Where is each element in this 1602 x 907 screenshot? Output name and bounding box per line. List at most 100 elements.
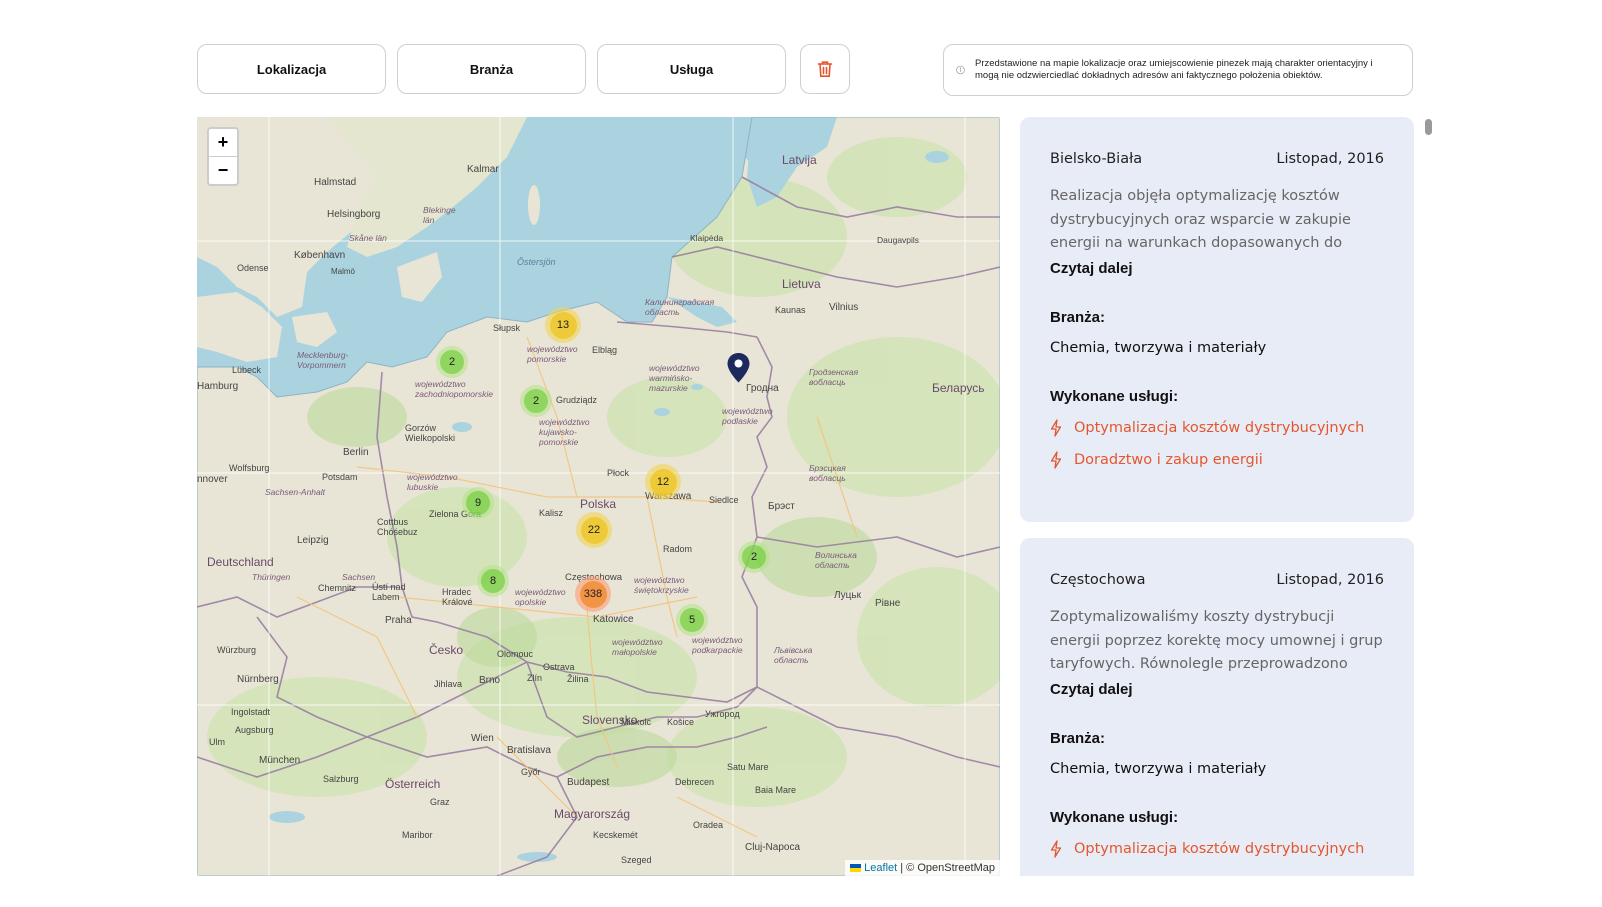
info-icon (956, 65, 965, 75)
map-label: Radom (663, 544, 693, 554)
map-cluster[interactable]: 22 (576, 512, 612, 548)
service-name: Doradztwo i zakup energii (1074, 452, 1263, 468)
map-label: Miskolc (621, 717, 652, 727)
case-card: Częstochowa Listopad, 2016 Zoptymalizowa… (1020, 538, 1414, 876)
map-label: Брэст (768, 501, 795, 512)
map-label: Maribor (402, 830, 433, 840)
map-label: województwo opolskie (515, 587, 566, 607)
case-date: Listopad, 2016 (1276, 572, 1384, 588)
map-label: Latvija (782, 153, 817, 167)
leaflet-link[interactable]: Leaflet (864, 862, 897, 874)
map-label: Elbląg (592, 345, 618, 355)
map-label: Halmstad (314, 177, 357, 188)
map-label: Skåne län (349, 233, 387, 243)
case-list-scrollbar[interactable] (1422, 117, 1435, 876)
map-label: Ulm (209, 737, 225, 747)
map-label: województwo pomorskie (527, 344, 578, 364)
osm-attribution: | © OpenStreetMap (900, 862, 995, 874)
map-label: Sachsen (342, 572, 376, 582)
cluster-count: 22 (580, 516, 608, 544)
map-label: Lietuva (782, 277, 821, 291)
services-label: Wykonane usługi: (1050, 809, 1179, 826)
services-label: Wykonane usługi: (1050, 388, 1179, 405)
industry-filter-button[interactable]: Branża (397, 44, 586, 94)
map-label: województwo warmińsko-mazurskie (649, 363, 700, 393)
map-cluster[interactable]: 2 (436, 346, 468, 378)
map-label: Słupsk (493, 323, 521, 333)
map-label: Östersjön (517, 257, 556, 267)
read-more-link[interactable]: Czytaj dalej (1050, 681, 1384, 698)
map-cluster[interactable]: 338 (575, 576, 611, 612)
map-label: Vilnius (829, 302, 859, 313)
map-label: Helsingborg (327, 209, 381, 220)
map-view[interactable]: Latvija Lietuva Polska Deutschland Česko… (197, 117, 1000, 876)
map-label: Žilina (567, 674, 589, 684)
service-link[interactable]: Optymalizacja kosztów dystrybucyjnych (1050, 840, 1384, 858)
map-label: Deutschland (207, 555, 274, 569)
service-name: Optymalizacja kosztów dystrybucyjnych (1074, 420, 1365, 436)
map-cluster[interactable]: 2 (520, 385, 552, 417)
scrollbar-thumb[interactable] (1425, 119, 1432, 135)
map-label: Калининградская область (645, 297, 715, 317)
map-label: Беларусь (932, 381, 985, 395)
map-label: województwo zachodniopomorskie (415, 379, 493, 399)
map-label: województwo podkarpackie (692, 635, 743, 655)
location-filter-button[interactable]: Lokalizacja (197, 44, 386, 94)
map-label: Львівська область (774, 645, 813, 665)
map-label: Nürnberg (237, 674, 279, 685)
map-label: województwo małopolskie (612, 637, 663, 657)
map-cluster[interactable]: 2 (738, 541, 770, 573)
map-label: Salzburg (323, 774, 359, 784)
zoom-in-button[interactable]: + (209, 129, 237, 156)
map-label: København (294, 250, 346, 261)
map-label: Grudziądz (556, 395, 598, 405)
map-attribution: Leaflet | © OpenStreetMap (845, 860, 1000, 876)
map-cluster[interactable]: 9 (462, 487, 494, 519)
map-cluster[interactable]: 12 (645, 464, 681, 500)
service-filter-button[interactable]: Usługa (597, 44, 786, 94)
map-label: Budapest (567, 777, 610, 788)
map-label: Płock (607, 468, 630, 478)
map-label: Odense (237, 263, 269, 273)
industry-label: Branża: (1050, 730, 1106, 747)
location-filter-label: Lokalizacja (256, 61, 327, 77)
map-label: Olomouc (497, 649, 534, 659)
map-cluster[interactable]: 5 (676, 604, 708, 636)
map-pin-icon[interactable] (727, 353, 750, 383)
map-label: Hamburg (197, 381, 239, 392)
map-label: Daugavpils (877, 235, 920, 245)
service-link[interactable]: Optymalizacja kosztów dystrybucyjnych (1050, 419, 1384, 437)
disclaimer-text: Przedstawione na mapie lokalizacje oraz … (975, 58, 1373, 81)
map-label: Oradea (693, 820, 724, 830)
industry-label: Branża: (1050, 309, 1106, 326)
map-label: województwo świętokrzyskie (634, 575, 689, 595)
map-label: Klaipėda (690, 233, 724, 243)
map-label: Sachsen-Anhalt (265, 487, 326, 497)
cluster-count: 12 (649, 468, 677, 496)
service-link[interactable]: Doradztwo i zakup energii (1050, 451, 1384, 469)
map-label: Wolfsburg (229, 463, 270, 473)
map-label: Polska (580, 497, 617, 511)
zoom-out-button[interactable]: − (209, 156, 237, 184)
service-name: Optymalizacja kosztów dystrybucyjnych (1074, 841, 1365, 857)
case-list[interactable]: Bielsko-Biała Listopad, 2016 Realizacja … (1020, 117, 1435, 876)
map-label: Ostrava (543, 662, 575, 672)
case-date: Listopad, 2016 (1276, 151, 1384, 167)
map-label: München (259, 755, 301, 766)
map-label: Chemnitz (318, 583, 357, 593)
map-label: Leipzig (297, 535, 329, 546)
map-label: Blekinge län (423, 205, 456, 225)
map-label: Kalisz (539, 508, 564, 518)
map-cluster[interactable]: 8 (477, 565, 509, 597)
map-label: Kalmar (467, 164, 499, 175)
case-card: Bielsko-Biała Listopad, 2016 Realizacja … (1020, 117, 1414, 522)
map-label: Волинська область (815, 550, 857, 570)
read-more-link[interactable]: Czytaj dalej (1050, 260, 1384, 277)
clear-filters-button[interactable] (800, 44, 850, 94)
cluster-count: 2 (742, 545, 766, 569)
map-label: Graz (430, 797, 450, 807)
map-label: Praha (385, 615, 412, 626)
map-cluster[interactable]: 13 (545, 307, 581, 343)
map-label: Cottbus Chóśebuz (377, 517, 418, 537)
map-label: Гродзенская вобласць (809, 367, 859, 387)
